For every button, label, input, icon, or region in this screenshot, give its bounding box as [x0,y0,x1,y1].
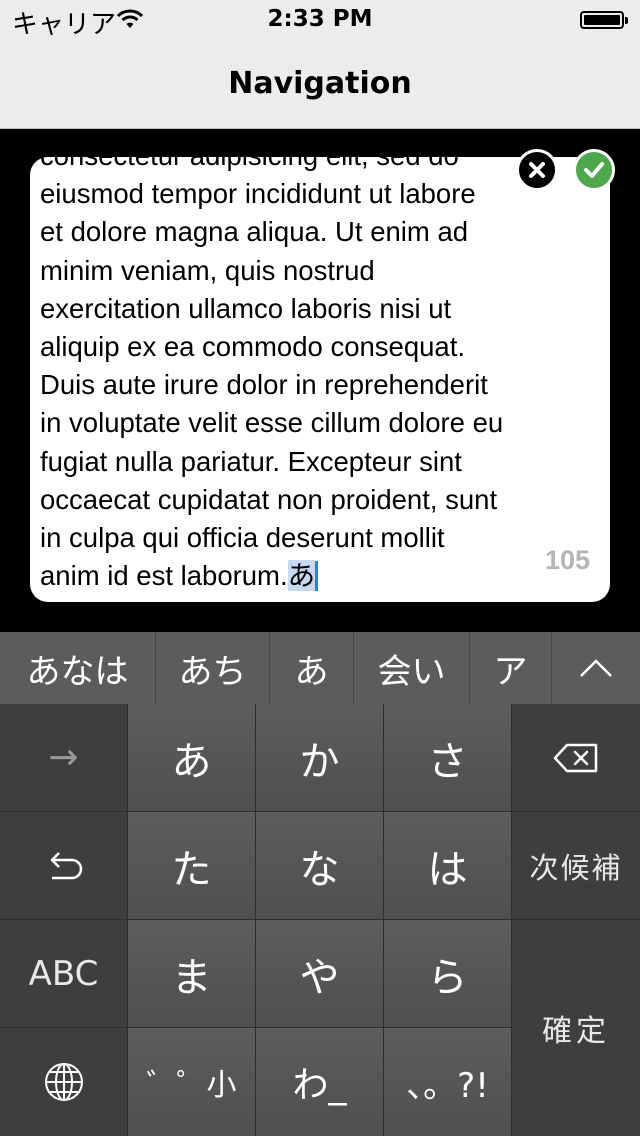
text-caret [315,561,319,592]
done-button[interactable] [573,149,615,191]
candidate-item[interactable]: 会い [354,632,470,704]
text-editor[interactable]: consectetur adipisicing elit, sed do eiu… [30,157,610,602]
editor-body-text: consectetur adipisicing elit, sed do eiu… [40,157,504,592]
navigation-bar: Navigation [0,40,640,129]
key-label: さ [427,738,468,785]
chevron-up-icon [580,659,612,677]
key-label: た [171,846,212,893]
delete-icon [553,743,598,772]
key-ha-row[interactable]: は [384,812,512,920]
key-label: 、。?! [406,1065,489,1106]
abc-key[interactable]: ABC [0,920,128,1028]
status-bar: キャリア 2:33 PM [0,0,640,40]
cancel-button[interactable] [516,149,558,191]
key-label: は [427,846,468,893]
globe-icon [44,1063,83,1101]
key-label: 確定 [542,1014,610,1049]
key-label: な [299,846,340,893]
candidate-item[interactable]: あなは [0,632,156,704]
key-a-row[interactable]: あ [128,704,256,812]
key-ta-row[interactable]: た [128,812,256,920]
globe-key[interactable] [0,1028,128,1136]
dakuten-key[interactable]: ゛゜小 [128,1028,256,1136]
confirm-key[interactable]: 確定 [512,920,640,1136]
undo-key[interactable] [0,812,128,920]
key-label: か [299,738,340,785]
battery-icon [580,11,628,29]
candidate-bar: あなは あち あ 会い ア [0,632,640,705]
arrow-right-key[interactable]: → [0,704,128,812]
key-label: わ_ [292,1065,347,1106]
editor-text[interactable]: consectetur adipisicing elit, sed do eiu… [40,157,600,595]
punctuation-key[interactable]: 、。?! [384,1028,512,1136]
candidate-item[interactable]: あ [270,632,354,704]
key-ma-row[interactable]: ま [128,920,256,1028]
key-na-row[interactable]: な [256,812,384,920]
key-label: あ [171,738,212,785]
delete-key[interactable] [512,704,640,812]
candidate-item[interactable]: あち [156,632,270,704]
candidate-item[interactable]: ア [470,632,552,704]
key-wa-row[interactable]: わ_ [256,1028,384,1136]
status-time: 2:33 PM [267,6,373,32]
arrow-right-icon: → [48,737,79,778]
key-label: 次候補 [529,850,623,885]
key-label: ま [171,954,212,1001]
key-ka-row[interactable]: か [256,704,384,812]
key-label: ら [427,954,468,1001]
key-label: ゛゜小 [146,1068,237,1103]
key-sa-row[interactable]: さ [384,704,512,812]
character-count: 105 [544,545,590,575]
close-icon [529,162,545,178]
japanese-kana-keyboard: あなは あち あ 会い ア → あ か さ た な は 次候補 ABC ま や … [0,632,640,1136]
key-ya-row[interactable]: や [256,920,384,1028]
undo-icon [50,851,82,879]
next-candidate-key[interactable]: 次候補 [512,812,640,920]
nav-title: Navigation [228,66,412,101]
key-label: や [299,954,340,1001]
key-label: ABC [28,953,99,994]
key-ra-row[interactable]: ら [384,920,512,1028]
checkmark-icon [584,162,604,178]
expand-candidates-button[interactable] [552,632,640,704]
marked-text: あ [287,560,316,592]
